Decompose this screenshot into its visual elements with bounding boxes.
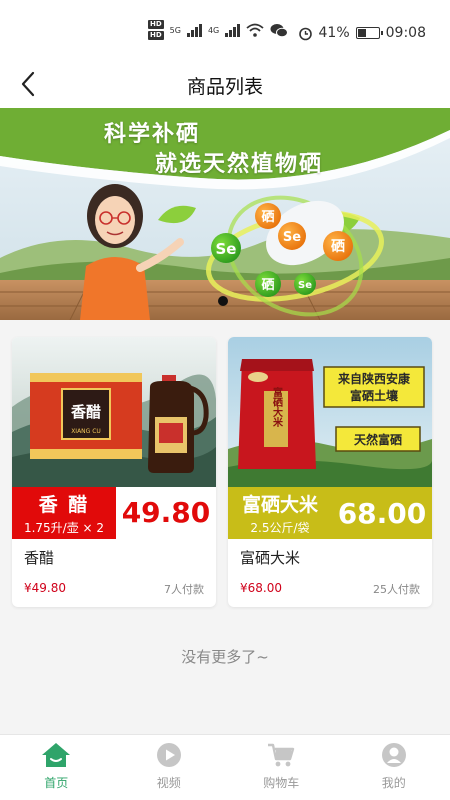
nav-header: 商品列表 xyxy=(0,60,450,108)
product-sales-count: 7人付款 xyxy=(164,583,204,596)
ball-label: 硒 xyxy=(261,210,274,225)
banner-illustration: 硒 Se Se 硒 硒 Se xyxy=(0,108,450,320)
tab-video[interactable]: 视频 xyxy=(113,735,226,800)
box-label: 香醋 xyxy=(71,403,101,421)
status-icons-right: 41% 09:08 xyxy=(298,25,426,41)
band-product-name: 富硒大米 xyxy=(241,494,318,516)
band-price: 49.80 xyxy=(116,487,216,539)
product-card[interactable]: 香醋 XIANG CU 香 醋 1.75升/壶 × 2 49.80 香醋 ¥49… xyxy=(12,337,216,607)
product-name: 香醋 xyxy=(24,549,55,567)
tab-home[interactable]: 首页 xyxy=(0,735,113,800)
wechat-icon xyxy=(270,23,289,37)
price-band: 香 醋 1.75升/壶 × 2 49.80 xyxy=(12,487,216,539)
band-product-spec: 2.5公斤/袋 xyxy=(250,521,310,535)
tab-label: 视频 xyxy=(156,776,181,790)
product-sales-count: 25人付款 xyxy=(373,583,420,596)
vinegar-product-photo: 香醋 XIANG CU xyxy=(12,337,216,487)
banner-subheadline: 就选天然植物硒 xyxy=(155,152,324,177)
banner-headline: 科学补硒 xyxy=(104,122,201,147)
band-product-name: 香 醋 xyxy=(38,494,90,516)
sign-line-1: 来自陕西安康 xyxy=(337,371,411,386)
tab-label: 首页 xyxy=(44,776,69,790)
ball-label: Se xyxy=(283,230,301,245)
status-icons-left: HD HD 5G 4G xyxy=(148,20,289,40)
wifi-icon xyxy=(246,23,264,37)
ball-label: Se xyxy=(216,240,237,258)
page-title: 商品列表 xyxy=(186,76,263,98)
price-band-left: 富硒大米 2.5公斤/袋 xyxy=(228,490,332,536)
product-image: 来自陕西安康 富硒土壤 天然富硒 富硒大米 xyxy=(228,337,432,487)
product-name: 富硒大米 xyxy=(240,549,301,567)
tab-profile[interactable]: 我的 xyxy=(338,735,450,800)
ball-label: 硒 xyxy=(331,239,345,255)
band-price: 68.00 xyxy=(332,496,432,530)
product-price: ¥49.80 xyxy=(24,581,66,595)
product-grid: 香醋 XIANG CU 香 醋 1.75升/壶 × 2 49.80 香醋 ¥49… xyxy=(12,337,432,607)
user-icon xyxy=(381,743,406,767)
band-product-spec: 1.75升/壶 × 2 xyxy=(23,521,105,535)
tab-label: 购物车 xyxy=(263,776,300,790)
play-icon xyxy=(156,743,181,767)
status-bar: HD HD 5G 4G 41% 09:08 xyxy=(0,0,450,60)
hd-indicator: HD HD xyxy=(148,20,164,40)
promo-banner[interactable]: 硒 Se Se 硒 硒 Se 科学补硒 就选天然植物硒 xyxy=(0,108,450,320)
battery-percent: 41% xyxy=(318,25,350,41)
bag-label: 富硒大米 xyxy=(271,386,283,428)
battery-icon xyxy=(355,27,383,39)
clock: 09:08 xyxy=(385,25,426,41)
carousel-indicator xyxy=(218,296,228,306)
cart-icon xyxy=(268,743,295,767)
price-band-left: 香 醋 1.75升/壶 × 2 xyxy=(12,490,116,536)
product-card[interactable]: 来自陕西安康 富硒土壤 天然富硒 富硒大米 富硒大米 2.5公斤/袋 68.00… xyxy=(228,337,432,607)
network-4g-label: 4G xyxy=(207,25,220,35)
tab-label: 我的 xyxy=(381,776,406,790)
product-price: ¥68.00 xyxy=(240,581,282,595)
price-band: 富硒大米 2.5公斤/袋 68.00 xyxy=(228,487,432,539)
signal-icon xyxy=(225,23,241,37)
ball-label: Se xyxy=(298,280,312,291)
sign-line-3: 天然富硒 xyxy=(354,432,402,447)
box-sublabel: XIANG CU xyxy=(71,428,101,435)
tab-cart[interactable]: 购物车 xyxy=(225,735,338,800)
product-image: 香醋 XIANG CU xyxy=(12,337,216,487)
end-of-list-text: 没有更多了~ xyxy=(181,648,269,666)
sign-line-2: 富硒土壤 xyxy=(350,388,399,403)
signal-icon xyxy=(186,23,202,37)
alarm-icon xyxy=(298,27,312,40)
hd-badge: HD xyxy=(148,31,164,40)
rice-product-photo: 来自陕西安康 富硒土壤 天然富硒 富硒大米 xyxy=(228,337,432,487)
bottom-tab-bar: 首页 视频 购物车 我的 xyxy=(0,734,450,800)
home-icon xyxy=(42,743,71,767)
ball-label: 硒 xyxy=(261,278,274,293)
network-5g-label: 5G xyxy=(169,25,181,35)
hd-badge: HD xyxy=(148,20,164,29)
